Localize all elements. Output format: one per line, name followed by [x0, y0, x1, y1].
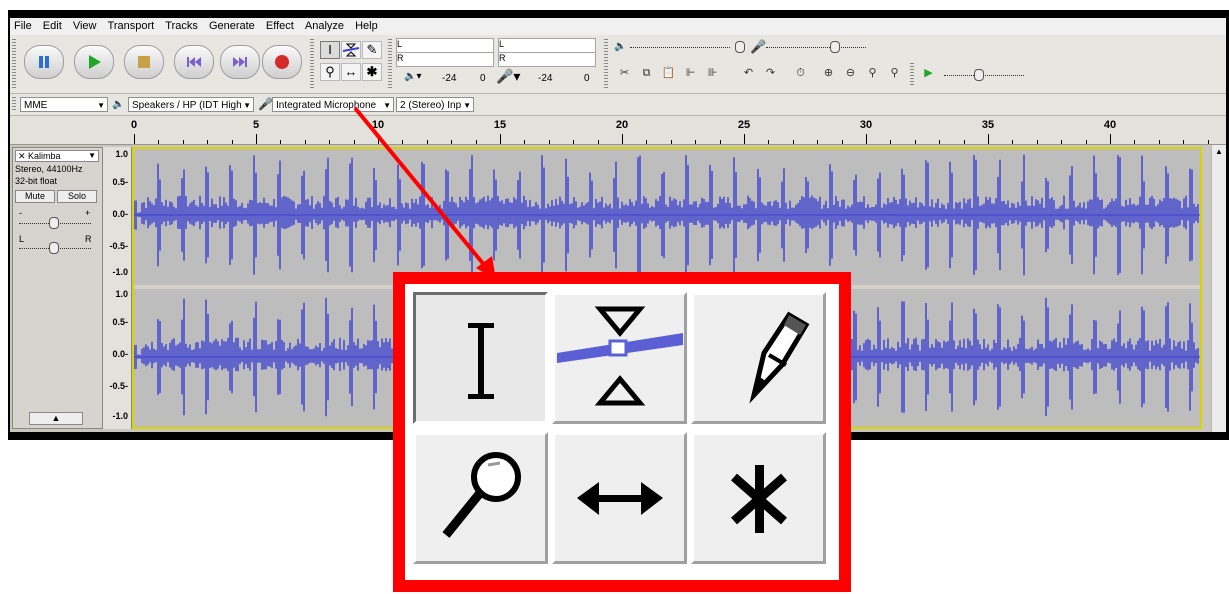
draw-tool-zoomed[interactable] [691, 292, 826, 424]
time-shift-tool-zoomed[interactable] [552, 432, 687, 564]
asterisk-icon [731, 465, 787, 533]
envelope-tool-zoomed[interactable] [552, 292, 687, 424]
envelope-icon [557, 306, 683, 406]
i-beam-icon [468, 323, 494, 399]
selection-tool-zoomed[interactable] [413, 292, 548, 424]
double-arrow-icon [577, 482, 663, 515]
pencil-icon [749, 311, 810, 404]
magnifier-icon [442, 452, 521, 538]
tools-zoom-callout [393, 272, 851, 592]
zoom-tool-zoomed[interactable] [413, 432, 548, 564]
multi-tool-zoomed[interactable] [691, 432, 826, 564]
tools-zoom-panel [405, 284, 839, 580]
